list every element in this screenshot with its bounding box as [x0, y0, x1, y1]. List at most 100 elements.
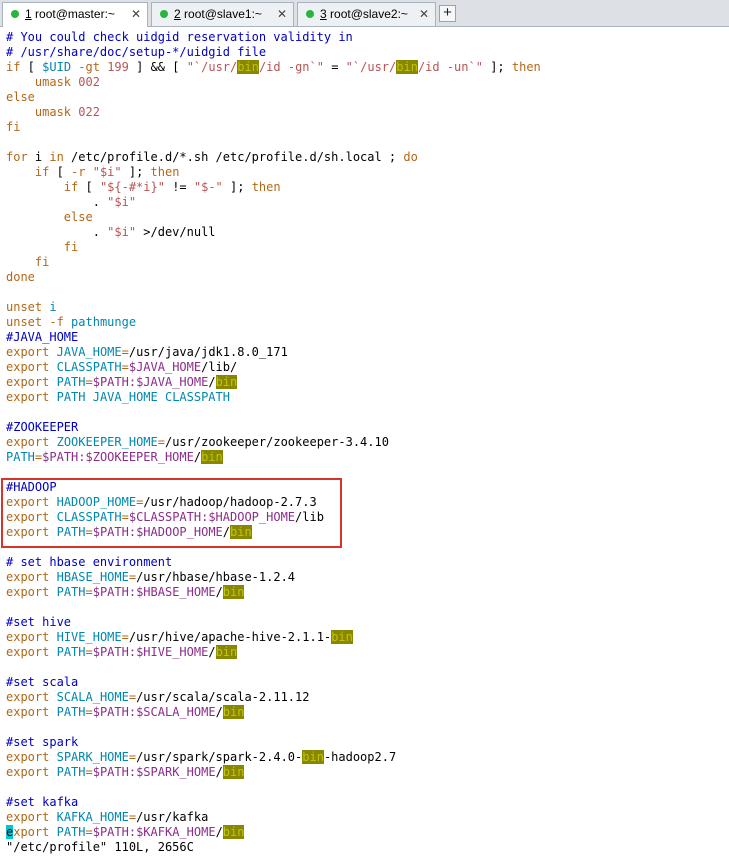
keyword-text: done: [6, 270, 35, 284]
tab-number: 3: [320, 7, 327, 21]
string-text: 002: [78, 75, 100, 89]
keyword-text: export: [6, 705, 50, 719]
plain-text: [6, 165, 35, 179]
keyword-text: if: [63, 180, 79, 194]
variable-text: CLASSPATH: [56, 360, 122, 374]
variable-text: SPARK_HOME: [56, 750, 129, 764]
keyword-text: else: [63, 210, 93, 224]
path-variable-text: $PATH:$SPARK_HOME: [92, 765, 216, 779]
terminal-line: "/etc/profile" 110L, 2656C: [6, 840, 541, 855]
keyword-text: =: [85, 645, 93, 659]
plain-text: /usr/hbase/hbase-1.2.4: [136, 570, 296, 584]
status-line: "/etc/profile" 110L, 2656C: [6, 840, 194, 854]
plain-text: /lib/: [201, 360, 238, 374]
keyword-text: =: [85, 825, 93, 839]
keyword-text: export: [6, 360, 50, 374]
string-text: "$i": [92, 165, 122, 179]
path-variable-text: $PATH:$HIVE_HOME: [92, 645, 209, 659]
terminal-line: fi: [6, 240, 541, 255]
path-variable-text: $PATH:$ZOOKEEPER_HOME: [42, 450, 194, 464]
terminal-line: . "$i": [6, 195, 541, 210]
tab-root-master[interactable]: 1 root@master:~ ✕: [2, 2, 148, 27]
terminal-line: if [ -r "$i" ]; then: [6, 165, 541, 180]
keyword-text: unset: [6, 315, 43, 329]
plain-text: /: [215, 705, 223, 719]
keyword-text: export: [6, 390, 50, 404]
plain-text: [49, 630, 56, 644]
plain-text: ] && [: [128, 60, 187, 74]
variable-text: i: [49, 300, 57, 314]
variable-text: JAVA_HOME: [56, 345, 122, 359]
comment-text: # You could check uidgid reservation val…: [6, 30, 353, 44]
keyword-text: do: [403, 150, 418, 164]
keyword-text: =: [128, 810, 137, 824]
variable-text: PATH: [56, 375, 86, 389]
tab-root-slave2[interactable]: 3 root@slave2:~ ✕: [297, 2, 436, 26]
terminal-line: export PATH=$PATH:$SCALA_HOME/bin: [6, 705, 541, 720]
plain-text: /usr/scala/scala-2.11.12: [136, 690, 310, 704]
plain-text: [64, 315, 71, 329]
plain-text: [49, 690, 56, 704]
plain-text: /: [208, 375, 216, 389]
keyword-text: umask: [34, 75, 72, 89]
plain-text: /usr/kafka: [136, 810, 209, 824]
close-icon[interactable]: ✕: [131, 3, 141, 25]
terminal-output[interactable]: # You could check uidgid reservation val…: [6, 30, 541, 855]
close-icon[interactable]: ✕: [277, 3, 287, 25]
terminal-line: if [ "${-#*i}" != "$-" ]; then: [6, 180, 541, 195]
comment-text: #set kafka: [6, 795, 79, 809]
terminal-line: if [ $UID -gt 199 ] && [ "`/usr/bin/id -…: [6, 60, 541, 75]
search-match-highlight: bin: [222, 705, 245, 719]
search-match-highlight: bin: [215, 645, 238, 659]
plain-text: /: [215, 585, 223, 599]
comment-text: #set scala: [6, 675, 79, 689]
terminal-line: export SPARK_HOME=/usr/spark/spark-2.4.0…: [6, 750, 541, 765]
keyword-text: then: [251, 180, 281, 194]
plain-text: [49, 765, 56, 779]
terminal-line: export PATH=$PATH:$HBASE_HOME/bin: [6, 585, 541, 600]
keyword-text: =: [85, 765, 93, 779]
terminal-line: #set spark: [6, 735, 541, 750]
plain-text: /: [215, 765, 223, 779]
tab-number: 1: [25, 7, 32, 21]
tab-bar: 1 root@master:~ ✕ 2 root@slave1:~ ✕ 3 ro…: [0, 0, 729, 27]
plain-text: [6, 180, 64, 194]
tab-root-slave1[interactable]: 2 root@slave1:~ ✕: [151, 2, 294, 26]
string-text: "`/usr/: [186, 60, 238, 74]
plain-text: [86, 165, 93, 179]
session-connected-icon: [11, 9, 19, 18]
new-tab-button[interactable]: +: [439, 5, 456, 22]
plain-text: ];: [222, 180, 252, 194]
plain-text: [49, 345, 56, 359]
keyword-text: export: [6, 765, 50, 779]
path-variable-text: $PATH:$SCALA_HOME: [92, 705, 216, 719]
terminal-line: # /usr/share/doc/setup-*/uidgid file: [6, 45, 541, 60]
close-icon[interactable]: ✕: [419, 3, 429, 25]
string-text: "$i": [107, 225, 137, 239]
string-text: "$i": [107, 195, 137, 209]
keyword-text: =: [128, 750, 137, 764]
terminal-line: #set scala: [6, 675, 541, 690]
keyword-text: for: [6, 150, 28, 164]
plain-text: [: [20, 60, 43, 74]
terminal-line: #JAVA_HOME: [6, 330, 541, 345]
terminal-line: export CLASSPATH=$JAVA_HOME/lib/: [6, 360, 541, 375]
terminal-line: export SCALA_HOME=/usr/scala/scala-2.11.…: [6, 690, 541, 705]
search-match-highlight: bin: [237, 60, 259, 74]
plain-text: [49, 810, 56, 824]
plain-text: =: [323, 60, 346, 74]
plain-text: >/dev/null: [136, 225, 216, 239]
search-match-highlight: bin: [201, 450, 223, 464]
path-variable-text: $PATH:$HBASE_HOME: [92, 585, 216, 599]
plain-text: /usr/zookeeper/zookeeper-3.4.10: [164, 435, 389, 449]
variable-text: ZOOKEEPER_HOME: [56, 435, 158, 449]
variable-text: PATH: [56, 705, 86, 719]
plain-text: !=: [164, 180, 194, 194]
terminal-line: #ZOOKEEPER: [6, 420, 541, 435]
search-match-highlight: bin: [302, 750, 324, 764]
variable-text: KAFKA_HOME: [56, 810, 129, 824]
plain-text: -hadoop2.7: [323, 750, 397, 764]
keyword-text: export: [6, 645, 50, 659]
plain-text: [49, 435, 56, 449]
